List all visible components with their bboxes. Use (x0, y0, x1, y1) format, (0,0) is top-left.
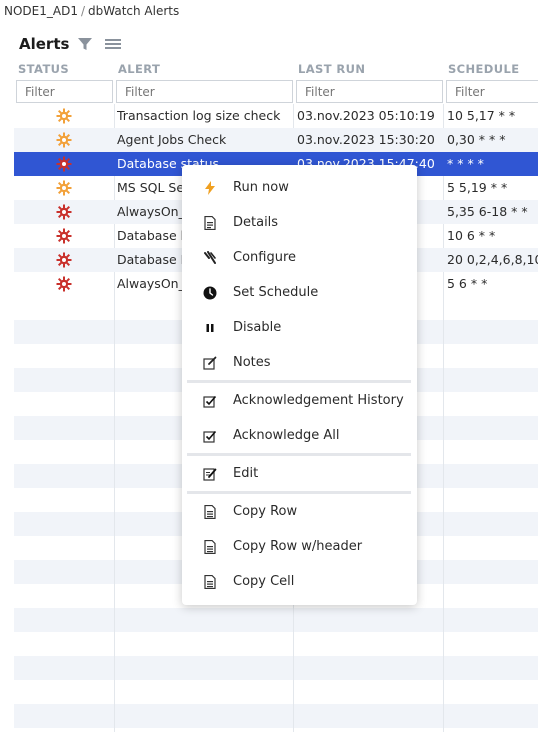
status-alarm-icon (14, 152, 114, 176)
column-header-alert[interactable]: ALERT (118, 60, 160, 78)
status-alarm-icon (14, 224, 114, 248)
menu-item-edit[interactable]: Edit (182, 456, 417, 491)
schedule-cell: 5 5,19 * * (447, 180, 508, 195)
menu-item-copy-row[interactable]: Copy Row (182, 494, 417, 529)
breadcrumb-node[interactable]: NODE1_AD1 (4, 4, 78, 18)
status-alarm-icon (14, 272, 114, 296)
last-run-filter-input[interactable] (296, 80, 443, 103)
column-header-status[interactable]: STATUS (18, 60, 69, 78)
empty-table-row (14, 632, 538, 656)
status-warning-icon (14, 128, 114, 152)
breadcrumb-page[interactable]: dbWatch Alerts (88, 4, 179, 18)
copy-icon (203, 539, 217, 554)
menu-item-copy-row-with-header[interactable]: Copy Row w/header (182, 529, 417, 564)
page-title: Alerts (19, 35, 70, 53)
copy-icon (203, 504, 217, 519)
status-alarm-icon (14, 200, 114, 224)
note-icon (203, 356, 217, 370)
pause-icon (203, 321, 217, 335)
empty-table-row (14, 608, 538, 632)
empty-table-row (14, 728, 538, 732)
schedule-cell: 5,35 6-18 * * (447, 204, 528, 219)
alert-name-cell: Agent Jobs Check (117, 132, 227, 147)
wrench-icon (203, 250, 217, 265)
context-menu: Run now Details Configure Set Schedule D… (182, 165, 417, 605)
schedule-cell: * * * * (447, 156, 484, 171)
empty-table-row (14, 680, 538, 704)
menu-item-configure[interactable]: Configure (182, 240, 417, 275)
breadcrumb-separator: / (80, 4, 86, 18)
empty-table-row (14, 704, 538, 728)
column-header-schedule[interactable]: SCHEDULE (448, 60, 519, 78)
menu-item-notes[interactable]: Notes (182, 345, 417, 380)
hamburger-menu-icon[interactable] (105, 37, 122, 51)
schedule-cell: 0,30 * * * (447, 132, 506, 147)
last-run-cell: 03.nov.2023 05:10:19 (297, 108, 435, 123)
status-warning-icon (14, 104, 114, 128)
menu-item-acknowledgement-history[interactable]: Acknowledgement History (182, 383, 417, 418)
alert-name-cell: Transaction log size check (117, 108, 281, 123)
menu-item-copy-cell[interactable]: Copy Cell (182, 564, 417, 599)
menu-item-details[interactable]: Details (182, 205, 417, 240)
lightning-icon (203, 180, 217, 195)
page-header: Alerts (19, 34, 122, 54)
column-header-last-run[interactable]: LAST RUN (298, 60, 365, 78)
schedule-filter-input[interactable] (446, 80, 538, 103)
document-icon (203, 215, 217, 230)
schedule-cell: 20 0,2,4,6,8,10,12 (447, 252, 538, 267)
status-warning-icon (14, 176, 114, 200)
edit-icon (203, 467, 217, 481)
alert-filter-input[interactable] (116, 80, 293, 103)
copy-icon (203, 574, 217, 589)
menu-item-run-now[interactable]: Run now (182, 170, 417, 205)
checkbox-icon (203, 429, 217, 443)
menu-item-disable[interactable]: Disable (182, 310, 417, 345)
status-alarm-icon (14, 248, 114, 272)
table-row[interactable]: Transaction log size check 03.nov.2023 0… (14, 104, 538, 128)
table-row[interactable]: Agent Jobs Check 03.nov.2023 15:30:20 0,… (14, 128, 538, 152)
menu-item-acknowledge-all[interactable]: Acknowledge All (182, 418, 417, 453)
menu-item-set-schedule[interactable]: Set Schedule (182, 275, 417, 310)
clock-icon (203, 286, 217, 300)
schedule-cell: 10 6 * * (447, 228, 496, 243)
schedule-cell: 5 6 * * (447, 276, 488, 291)
schedule-cell: 10 5,17 * * (447, 108, 516, 123)
empty-table-row (14, 656, 538, 680)
status-filter-input[interactable] (16, 80, 113, 103)
last-run-cell: 03.nov.2023 15:30:20 (297, 132, 435, 147)
checkbox-icon (203, 394, 217, 408)
breadcrumb: NODE1_AD1/dbWatch Alerts (4, 4, 179, 18)
funnel-icon[interactable] (77, 36, 93, 52)
